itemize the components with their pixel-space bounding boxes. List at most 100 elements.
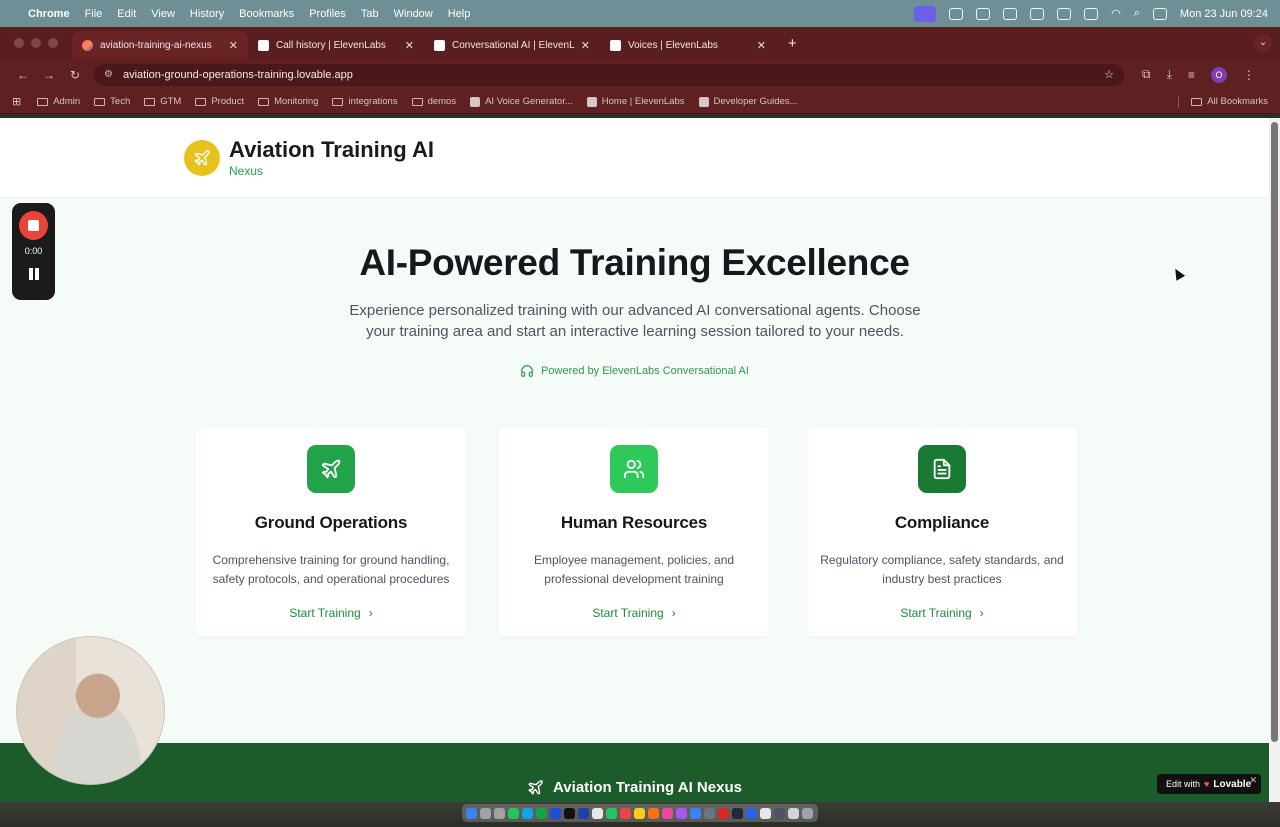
bookmark-folder-product[interactable]: Product — [195, 96, 244, 107]
app-icon[interactable] — [578, 807, 589, 819]
menu-file[interactable]: File — [85, 8, 103, 20]
bookmark-ai-voice-generator[interactable]: AI Voice Generator... — [470, 96, 573, 107]
close-badge-icon[interactable]: ✕ — [1249, 775, 1257, 786]
close-tab-icon[interactable]: ✕ — [229, 39, 238, 52]
messages-icon[interactable] — [536, 807, 547, 819]
menubar-clock[interactable]: Mon 23 Jun 09:24 — [1180, 8, 1268, 20]
finder-icon[interactable] — [466, 807, 477, 819]
menu-app-chrome[interactable]: Chrome — [28, 8, 70, 20]
profile-avatar[interactable]: O — [1210, 66, 1227, 83]
pause-icon[interactable] — [28, 268, 40, 280]
tab-search-chevron-icon[interactable]: ⌄ — [1254, 34, 1272, 52]
card-human-resources[interactable]: Human Resources Employee management, pol… — [499, 428, 769, 636]
card-compliance[interactable]: Compliance Regulatory compliance, safety… — [807, 428, 1077, 636]
terminal-icon[interactable] — [732, 807, 743, 819]
battery-icon[interactable] — [1084, 7, 1099, 20]
address-bar[interactable]: ⚙ aviation-ground-operations-training.lo… — [94, 63, 1124, 86]
app-icon[interactable] — [788, 807, 799, 819]
bookmark-developer-guides[interactable]: Developer Guides... — [698, 96, 797, 107]
minimize-window-button[interactable] — [31, 38, 41, 48]
close-window-button[interactable] — [14, 38, 24, 48]
app-icon[interactable] — [760, 807, 771, 819]
tab-conversational-ai[interactable]: Conversational AI | ElevenLabs ✕ — [424, 31, 600, 59]
bookmark-folder-demos[interactable]: demos — [411, 96, 456, 107]
spotlight-search-icon[interactable]: ⌕ — [1134, 7, 1140, 20]
app-icon[interactable] — [648, 807, 659, 819]
app-icon[interactable] — [494, 807, 505, 819]
notes-icon[interactable] — [634, 807, 645, 819]
menu-profiles[interactable]: Profiles — [309, 8, 346, 20]
app-icon[interactable] — [774, 807, 785, 819]
calendar-icon[interactable] — [620, 807, 631, 819]
app-icon[interactable] — [746, 807, 757, 819]
app-store-icon[interactable] — [690, 807, 701, 819]
menu-tab[interactable]: Tab — [361, 8, 379, 20]
card-ground-operations[interactable]: Ground Operations Comprehensive training… — [196, 428, 466, 636]
app-icon[interactable] — [718, 807, 729, 819]
settings-icon[interactable] — [704, 807, 715, 819]
trash-icon[interactable] — [802, 807, 813, 819]
tab-aviation-training[interactable]: aviation-training-ai-nexus ✕ — [72, 31, 248, 59]
all-bookmarks[interactable]: All Bookmarks — [1178, 95, 1268, 108]
zoom-window-button[interactable] — [48, 38, 58, 48]
launchpad-icon[interactable] — [480, 807, 491, 819]
reload-icon[interactable]: ↻ — [62, 68, 88, 82]
screen-record-icon[interactable] — [914, 5, 937, 22]
bookmark-folder-admin[interactable]: Admin — [37, 96, 80, 107]
plane-logo-icon[interactable] — [184, 140, 220, 176]
safari-icon[interactable] — [522, 807, 533, 819]
wifi-icon[interactable]: ◠ — [1111, 7, 1121, 20]
bookmark-folder-integrations[interactable]: integrations — [332, 96, 398, 107]
play-icon[interactable] — [1057, 7, 1072, 20]
bookmark-folder-gtm[interactable]: GTM — [144, 96, 181, 107]
extensions-icon[interactable]: ⧉ — [1142, 67, 1151, 82]
apps-grid-icon[interactable]: ⊞ — [12, 95, 21, 108]
close-tab-icon[interactable]: ✕ — [405, 39, 414, 52]
back-arrow-icon[interactable]: ← — [10, 68, 36, 82]
stop-recording-button[interactable] — [19, 211, 48, 240]
close-tab-icon[interactable]: ✕ — [581, 39, 590, 52]
bookmark-home-elevenlabs[interactable]: Home | ElevenLabs — [586, 96, 685, 107]
address-url[interactable]: aviation-ground-operations-training.lova… — [123, 69, 353, 81]
status-app-icon[interactable] — [949, 7, 964, 20]
menu-view[interactable]: View — [151, 8, 175, 20]
bookmark-folder-tech[interactable]: Tech — [94, 96, 130, 107]
menu-history[interactable]: History — [190, 8, 224, 20]
close-tab-icon[interactable]: ✕ — [757, 39, 766, 52]
menu-help[interactable]: Help — [448, 8, 471, 20]
keyboard-icon[interactable] — [1030, 7, 1045, 20]
bookmark-star-icon[interactable]: ☆ — [1104, 68, 1114, 81]
start-training-button[interactable]: Start Training › — [900, 606, 983, 620]
webcam-bubble[interactable] — [16, 636, 165, 785]
app-icon[interactable] — [508, 807, 519, 819]
menu-edit[interactable]: Edit — [117, 8, 136, 20]
cloud-icon[interactable] — [976, 7, 991, 20]
tab-call-history[interactable]: Call history | ElevenLabs ✕ — [248, 31, 424, 59]
bookmark-folder-monitoring[interactable]: Monitoring — [258, 96, 318, 107]
download-icon[interactable]: ⤓ — [1167, 67, 1172, 82]
facetime-icon[interactable] — [606, 807, 617, 819]
edit-with-lovable-badge[interactable]: Edit with ♥ Lovable ✕ — [1157, 774, 1261, 794]
bookmarks-bar: ⊞ Admin Tech GTM Product Monitoring inte… — [0, 90, 1280, 114]
forward-arrow-icon[interactable]: → — [36, 68, 62, 82]
kebab-menu-icon[interactable]: ⋮ — [1243, 68, 1255, 82]
site-settings-icon[interactable]: ⚙ — [104, 69, 113, 80]
scrollbar-thumb[interactable] — [1271, 122, 1278, 742]
site-header: Aviation Training AI Nexus — [0, 118, 1269, 198]
new-tab-plus-icon[interactable]: + — [788, 35, 797, 52]
brand-title[interactable]: Aviation Training AI — [229, 137, 434, 163]
start-training-button[interactable]: Start Training › — [289, 606, 372, 620]
app-icon[interactable] — [592, 807, 603, 819]
podcasts-icon[interactable] — [676, 807, 687, 819]
menu-window[interactable]: Window — [394, 8, 433, 20]
reading-list-icon[interactable]: ≡ — [1188, 68, 1195, 82]
control-center-icon[interactable] — [1152, 7, 1167, 20]
menu-bookmarks[interactable]: Bookmarks — [239, 8, 294, 20]
app-icon[interactable] — [564, 807, 575, 819]
app-icon[interactable] — [550, 807, 561, 819]
start-training-button[interactable]: Start Training › — [592, 606, 675, 620]
tab-voices[interactable]: Voices | ElevenLabs ✕ — [600, 31, 776, 59]
page-scrollbar[interactable] — [1269, 118, 1280, 802]
status-app-icon[interactable] — [1003, 7, 1018, 20]
music-icon[interactable] — [662, 807, 673, 819]
